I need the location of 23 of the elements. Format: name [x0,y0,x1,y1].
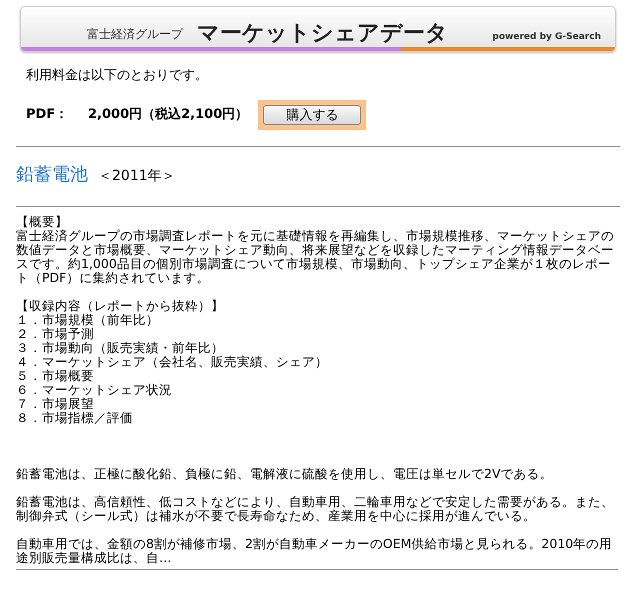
contents-item: ５．市場概要 [16,369,95,383]
price-amount: 2,000円（税込2,100円） [88,106,248,124]
contents-item: ７．市場展望 [16,397,95,411]
contents-item: ２．市場予測 [16,327,95,341]
contents-item: ６．マーケットシェア状況 [16,383,173,397]
description-paragraph: 鉛蓄電池は、高信頼性、低コストなどにより、自動車用、二輪車用などで安定した需要がある。また、制御弁式（シール式）は補水が不要で長寿命なため、産業用を中心に採用が進んでいる。 [16,495,615,523]
contents-item: １．市場規模（前年比） [16,313,160,327]
buy-button[interactable]: 購入する [263,104,362,124]
overview-text: 富士経済グループの市場調査レポートを元に基礎情報を再編集し、市場規模推移、マーケットシェアの数値データと市場概要、マーケットシェア動向、将来展望などを収録したマーティング情報データベースです。約1,000品目の個別市場調査について市場規模、市場動向、トップシェア企業が１枚のレポート（PDF）に集約されています。 [16,229,615,285]
price-note: 利用料金は以下のとおりです。 [26,67,209,85]
description-paragraph: 鉛蓄電池は、正極に酸化鉛、負極に鉛、電解液に硫酸を使用し、電圧は単セルで2Vである。 [16,467,554,481]
group-name: 富士経済グループ [87,26,183,43]
price-label: PDF： [26,106,70,124]
overview-heading: 【概要】 [16,215,69,229]
contents-item: ４．マーケットシェア（会社名、販売実績、シェア） [16,355,329,369]
product-year: ＜2011年＞ [98,167,176,186]
banner-title: マーケットシェアデータ [197,23,448,45]
contents-item: ８．市場指標／評価 [16,411,134,425]
powered-by: powered by G-Search [492,30,601,44]
product-name: 鉛蓄電池 [16,163,88,187]
contents-item: ３．市場動向（販売実績・前年比） [16,341,225,355]
contents-heading: 【収録内容（レポートから抜粋）】 [16,299,225,313]
description-paragraph: 自動車用では、金額の8割が補修市場、2割が自動車メーカーのOEM供給市場と見られる。2010年の用途別販売量構成比は、自… [16,537,614,565]
